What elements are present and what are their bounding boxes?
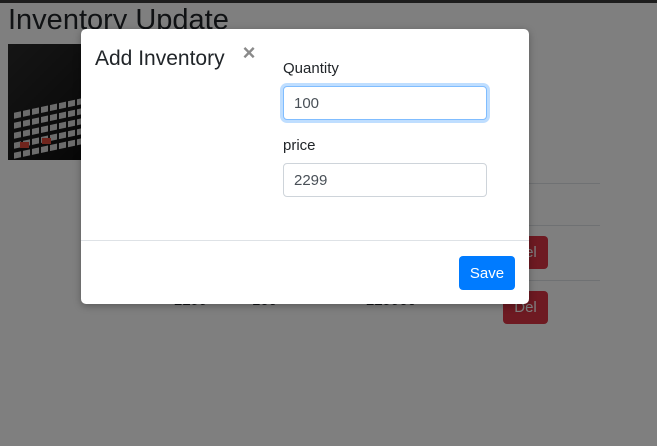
- price-label: price: [283, 137, 316, 154]
- close-icon[interactable]: ×: [239, 41, 259, 65]
- modal-title: Add Inventory: [95, 47, 225, 70]
- quantity-input[interactable]: [283, 86, 487, 120]
- add-inventory-modal: Add Inventory × Quantity price Save: [81, 29, 529, 304]
- modal-footer-divider: [81, 240, 529, 241]
- quantity-label: Quantity: [283, 60, 339, 77]
- save-button[interactable]: Save: [459, 256, 515, 290]
- price-input[interactable]: [283, 163, 487, 197]
